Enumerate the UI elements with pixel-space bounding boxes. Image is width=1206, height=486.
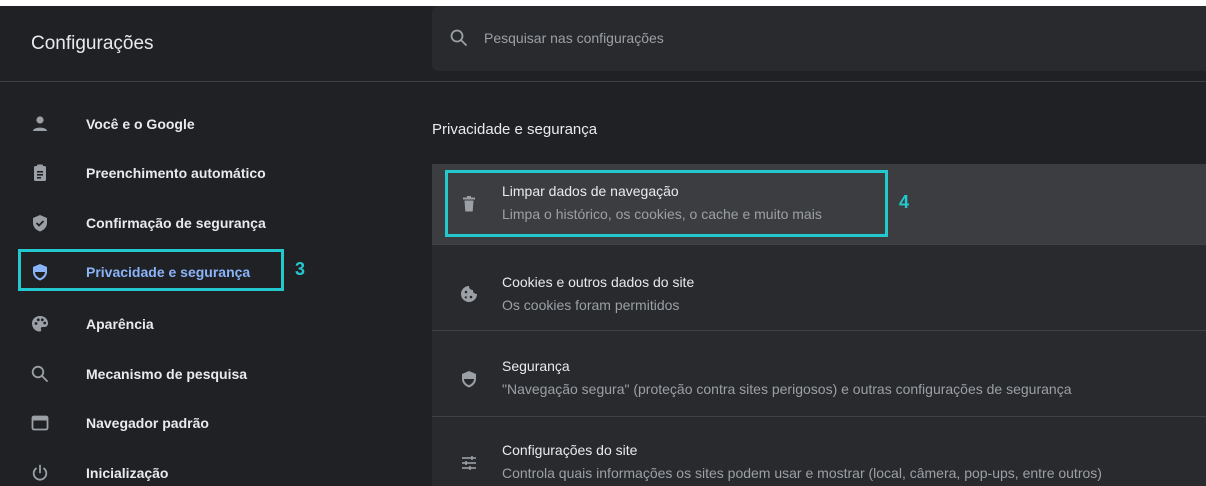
sidebar-item-aparencia[interactable]: Aparência [0,305,300,345]
step-number-3: 3 [295,259,306,279]
sidebar-item-label: Mecanismo de pesquisa [86,366,248,382]
sidebar-item-label: Aparência [86,316,154,332]
shield-icon [462,371,476,388]
sidebar-item-label: Preenchimento automático [86,165,266,181]
sidebar-item-mecanismo-de-pesquisa[interactable]: Mecanismo de pesquisa [0,355,300,395]
header: Configurações [0,6,1206,82]
row-divider [432,330,1206,331]
row-subtitle: Os cookies foram permitidos [502,297,680,313]
sidebar-item-label: Inicialização [86,465,169,481]
sidebar-item-label: Navegador padrão [86,415,209,431]
row-divider [432,244,1206,245]
settings-window: Configurações Você e o Google [0,6,1206,486]
sidebar-item-voce-e-o-google[interactable]: Você e o Google [0,105,300,145]
clipboard-icon [34,164,46,181]
section-title: Privacidade e segurança [432,121,598,138]
search-input[interactable] [484,28,1184,48]
search-box[interactable] [432,6,1206,71]
sidebar-item-inicializacao[interactable]: Inicialização [0,454,300,486]
row-title: Segurança [502,358,570,374]
palette-icon [32,316,48,332]
sidebar-item-navegador-padrao[interactable]: Navegador padrão [0,404,300,444]
tune-icon [462,456,476,470]
search-icon [31,365,48,382]
page-title: Configurações [31,33,154,54]
sidebar-item-label: Você e o Google [86,116,195,132]
row-subtitle: Controla quais informações os sites pode… [502,465,1102,481]
highlight-box-step-4 [445,170,888,237]
browser-window-icon [31,415,49,431]
row-title: Configurações do site [502,442,638,458]
person-icon [33,116,47,131]
row-title: Cookies e outros dados do site [502,274,695,290]
highlight-box-step-3 [18,249,284,291]
row-cookies[interactable]: Cookies e outros dados do site Os cookie… [432,244,1206,330]
search-icon [450,29,467,46]
shield-check-icon [33,215,47,232]
cookie-icon [461,286,477,302]
sidebar-item-preenchimento-automatico[interactable]: Preenchimento automático [0,154,300,194]
power-icon [32,464,48,481]
row-subtitle: "Navegação segura" (proteção contra site… [502,381,1072,397]
row-divider [432,416,1206,417]
sidebar-item-confirmacao-de-seguranca[interactable]: Confirmação de segurança [0,204,300,244]
step-number-4: 4 [899,192,910,212]
row-seguranca[interactable]: Segurança "Navegação segura" (proteção c… [432,330,1206,416]
row-configuracoes-do-site[interactable]: Configurações do site Controla quais inf… [432,416,1206,486]
sidebar-item-label: Confirmação de segurança [86,215,266,231]
